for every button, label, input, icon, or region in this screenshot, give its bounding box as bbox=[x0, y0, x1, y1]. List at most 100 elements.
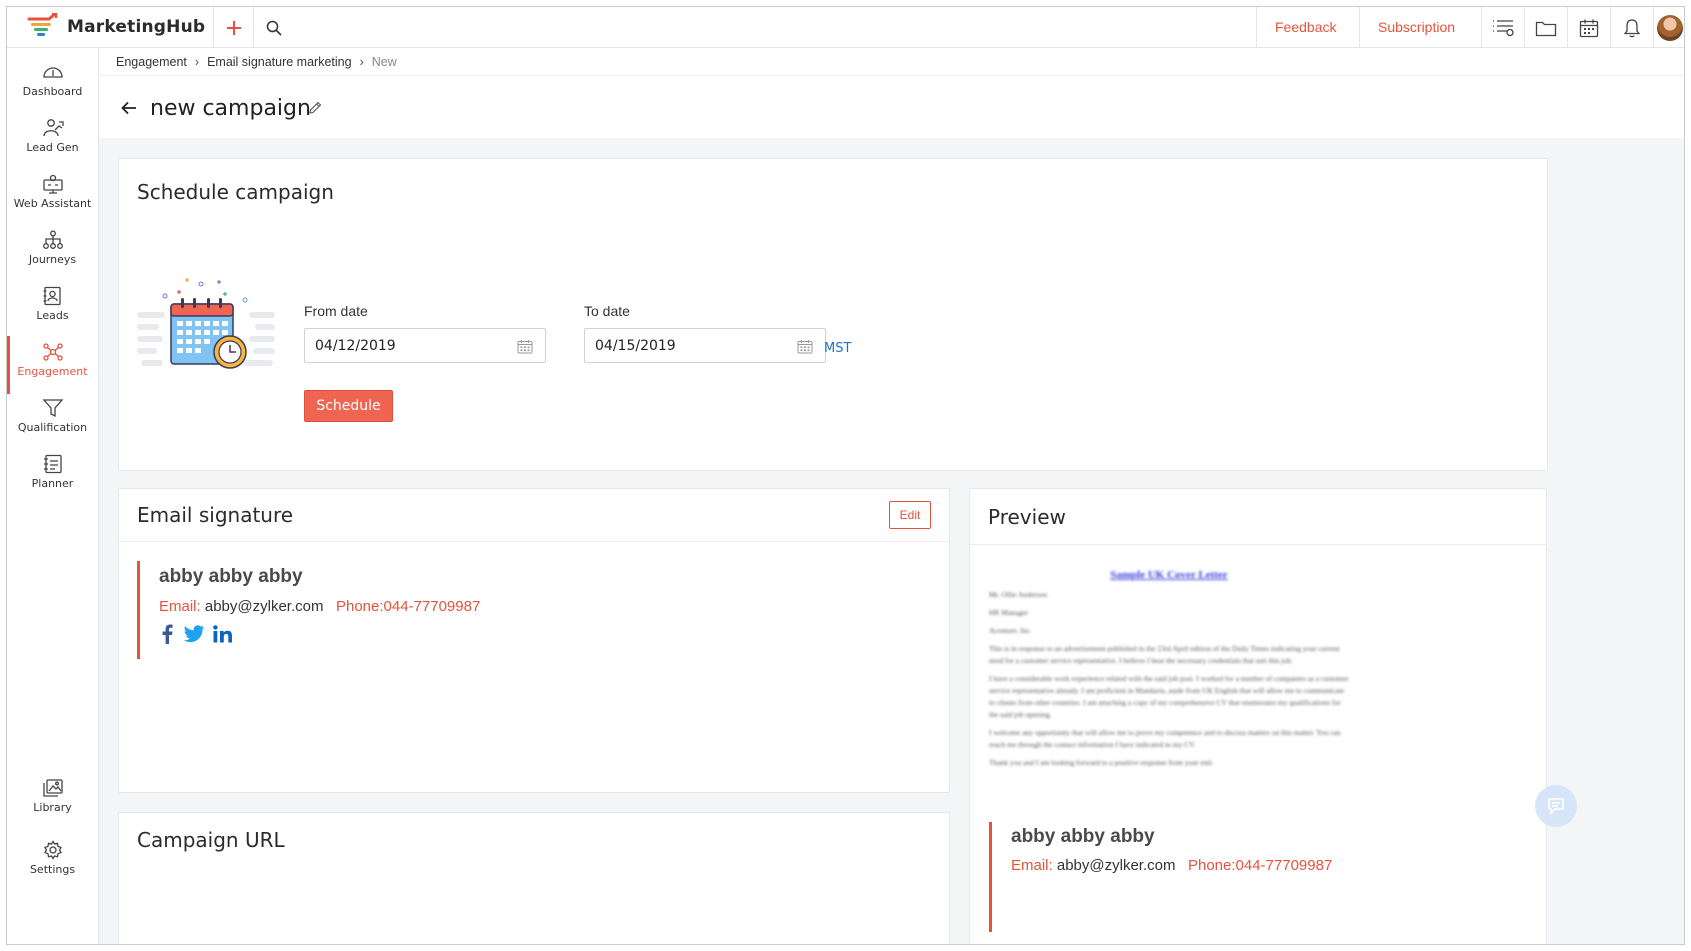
leads-icon bbox=[43, 286, 61, 306]
folder-icon[interactable] bbox=[1524, 7, 1567, 48]
brand-name: MarketingHub bbox=[67, 17, 206, 37]
sidebar-item-lead-gen[interactable]: Lead Gen bbox=[7, 112, 98, 170]
from-date-value: 04/12/2019 bbox=[315, 338, 396, 354]
sidebar-item-label: Qualification bbox=[17, 421, 88, 434]
feedback-link[interactable]: Feedback bbox=[1256, 7, 1354, 48]
sidebar-item-leads[interactable]: Leads bbox=[7, 280, 98, 338]
calendar-icon[interactable] bbox=[1567, 7, 1610, 48]
breadcrumb-current: New bbox=[371, 55, 397, 69]
from-date-field[interactable]: 04/12/2019 bbox=[304, 328, 546, 363]
email-signature-title: Email signature bbox=[137, 503, 294, 527]
campaign-url-title: Campaign URL bbox=[137, 828, 285, 852]
sidebar-item-qualification[interactable]: Qualification bbox=[7, 392, 98, 450]
sidebar-item-label: Journeys bbox=[28, 253, 77, 266]
sidebar-item-label: Settings bbox=[29, 863, 76, 876]
signature-contact-line: Email: abby@zylker.com Phone:044-7770998… bbox=[159, 598, 537, 615]
marketinghub-logo[interactable] bbox=[25, 13, 59, 41]
email-signature-card: Email signature Edit abby abby abby Emai… bbox=[118, 488, 950, 793]
sidebar-item-label: Engagement bbox=[17, 365, 88, 378]
preview-email-value: abby@zylker.com bbox=[1056, 857, 1176, 874]
app-window: MarketingHub Feedback Subscription Dashb… bbox=[6, 6, 1685, 945]
schedule-button[interactable]: Schedule bbox=[304, 390, 393, 422]
sidebar-item-engagement[interactable]: Engagement bbox=[7, 336, 98, 394]
email-value: abby@zylker.com bbox=[204, 598, 324, 615]
to-date-value: 04/15/2019 bbox=[595, 338, 676, 354]
planner-icon bbox=[43, 454, 62, 474]
breadcrumb: Engagement › Email signature marketing › New bbox=[99, 48, 1684, 76]
calendar-icon[interactable] bbox=[517, 339, 533, 354]
facebook-icon[interactable] bbox=[159, 624, 175, 644]
preview-title: Preview bbox=[988, 505, 1066, 529]
breadcrumb-email-signature-marketing[interactable]: Email signature marketing bbox=[207, 55, 352, 69]
calendar-icon[interactable] bbox=[797, 339, 813, 354]
sidebar-item-settings[interactable]: Settings bbox=[7, 834, 98, 892]
edit-signature-button[interactable]: Edit bbox=[889, 501, 931, 529]
journeys-icon bbox=[42, 230, 63, 249]
preview-phone-value: Phone:044-77709987 bbox=[1187, 857, 1333, 874]
preview-signature-name: abby abby abby bbox=[1011, 826, 1155, 847]
avatar[interactable] bbox=[1657, 14, 1683, 41]
letter-paragraph: Thank you and I am looking forward to a … bbox=[989, 758, 1214, 767]
tasks-list-icon[interactable] bbox=[1481, 7, 1524, 48]
back-arrow-icon[interactable] bbox=[121, 101, 137, 115]
top-bar: MarketingHub Feedback Subscription bbox=[7, 7, 1684, 48]
lead-gen-icon bbox=[42, 119, 64, 137]
letter-paragraph: I welcome any opportunity that will allo… bbox=[989, 728, 1341, 749]
page-header: new campaign bbox=[99, 76, 1684, 138]
preview-signature-block: abby abby abby Email: abby@zylker.com Ph… bbox=[989, 822, 1409, 932]
dashboard-icon bbox=[42, 67, 63, 78]
preview-header: Preview bbox=[970, 489, 1546, 545]
sidebar-item-label: Dashboard bbox=[22, 85, 83, 98]
chevron-right-icon: › bbox=[194, 55, 200, 69]
twitter-icon[interactable] bbox=[183, 625, 205, 643]
from-date-label: From date bbox=[304, 303, 368, 319]
pencil-icon[interactable] bbox=[308, 101, 322, 115]
sidebar-item-label: Library bbox=[33, 801, 72, 814]
search-icon[interactable] bbox=[253, 7, 293, 48]
sidebar-item-label: Leads bbox=[36, 309, 69, 322]
sidebar-item-label: Web Assistant bbox=[13, 197, 92, 210]
signature-name: abby abby abby bbox=[159, 566, 303, 587]
sidebar-item-planner[interactable]: Planner bbox=[7, 448, 98, 506]
letter-paragraph: This is in response to an advertisement … bbox=[989, 644, 1340, 665]
linkedin-icon[interactable] bbox=[213, 625, 233, 643]
email-label: Email: bbox=[159, 598, 201, 615]
email-signature-header: Email signature Edit bbox=[119, 489, 949, 542]
user-avatar[interactable] bbox=[1653, 7, 1684, 48]
sidebar-item-web-assistant[interactable]: Web Assistant bbox=[7, 168, 98, 226]
chat-bubble-icon bbox=[1548, 798, 1564, 815]
sidebar-item-dashboard[interactable]: Dashboard bbox=[7, 56, 98, 114]
schedule-card-title: Schedule campaign bbox=[137, 180, 334, 204]
settings-icon bbox=[43, 840, 62, 860]
breadcrumb-engagement[interactable]: Engagement bbox=[116, 55, 187, 69]
sidebar: Dashboard Lead Gen Web Assistant Journey… bbox=[7, 48, 99, 944]
bell-icon[interactable] bbox=[1610, 7, 1653, 48]
to-date-label: To date bbox=[584, 303, 630, 319]
letter-line: HR Manager bbox=[989, 608, 1028, 617]
sidebar-item-label: Lead Gen bbox=[26, 141, 79, 154]
schedule-campaign-card: Schedule campaign From date 04/12/2019 T… bbox=[118, 158, 1548, 471]
signature-block: abby abby abby Email: abby@zylker.com Ph… bbox=[137, 561, 537, 659]
preview-card: Preview Sample UK Cover Letter Mr. Ollie… bbox=[969, 488, 1547, 944]
letter-line: Mr. Ollie Anderson bbox=[989, 590, 1048, 599]
to-date-field[interactable]: 04/15/2019 bbox=[584, 328, 826, 363]
calendar-clock-illustration bbox=[137, 278, 275, 369]
chevron-right-icon: › bbox=[359, 55, 364, 69]
floating-feedback-button[interactable] bbox=[1535, 785, 1577, 827]
phone-value: Phone:044-77709987 bbox=[335, 598, 481, 615]
preview-signature-contact-line: Email: abby@zylker.com Phone:044-7770998… bbox=[1011, 857, 1409, 874]
sidebar-item-library[interactable]: Library bbox=[7, 772, 98, 830]
campaign-url-card: Campaign URL bbox=[118, 812, 950, 944]
main-content: Engagement › Email signature marketing › New… bbox=[99, 48, 1684, 944]
subscription-link[interactable]: Subscription bbox=[1359, 7, 1473, 48]
sidebar-item-journeys[interactable]: Journeys bbox=[7, 224, 98, 282]
timezone-link[interactable]: MST bbox=[824, 341, 851, 356]
letter-paragraph: I have a considerable work experience re… bbox=[989, 674, 1349, 719]
cover-letter-preview: Sample UK Cover Letter Mr. Ollie Anderso… bbox=[989, 569, 1349, 775]
plus-icon[interactable] bbox=[213, 7, 253, 48]
funnel-icon bbox=[42, 399, 63, 418]
social-icons bbox=[159, 624, 537, 644]
sidebar-item-label: Planner bbox=[31, 477, 74, 490]
letter-title: Sample UK Cover Letter bbox=[1110, 569, 1228, 581]
letter-line: Acenture, Inc. bbox=[989, 626, 1032, 635]
